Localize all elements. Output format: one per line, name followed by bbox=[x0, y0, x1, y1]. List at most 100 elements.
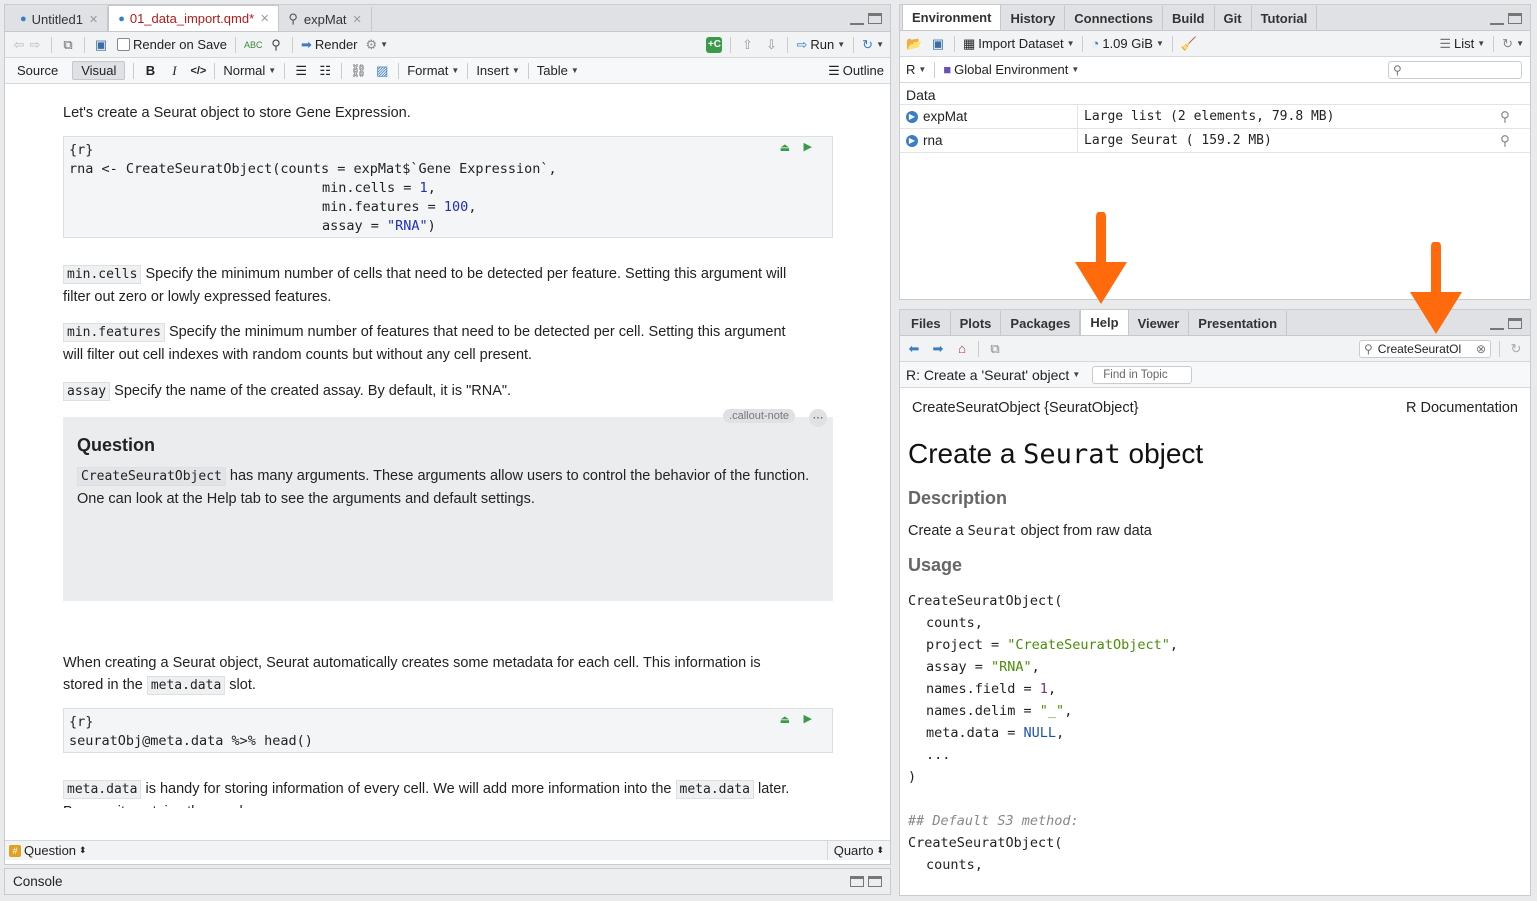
go-down-icon[interactable]: ⇩ bbox=[763, 37, 779, 53]
close-icon[interactable]: ✕ bbox=[353, 13, 362, 26]
source-mode-button[interactable]: Source bbox=[11, 63, 64, 78]
link-icon[interactable]: ⛓ bbox=[350, 63, 367, 79]
code-icon[interactable]: </> bbox=[190, 63, 206, 79]
tab-viewer[interactable]: Viewer bbox=[1129, 311, 1190, 335]
divider bbox=[234, 36, 236, 53]
help-topic-select[interactable]: R: Create a 'Seurat' object ▼ bbox=[906, 367, 1080, 383]
import-dataset-button[interactable]: ▦ Import Dataset ▼ bbox=[963, 36, 1074, 52]
format-menu[interactable]: Format ▼ bbox=[407, 63, 459, 78]
popout-icon[interactable]: ⧉ bbox=[60, 37, 76, 53]
forward-arrow-icon[interactable]: ➡ bbox=[930, 341, 946, 357]
expand-icon[interactable]: ▶ bbox=[906, 110, 918, 123]
tab-files[interactable]: Files bbox=[902, 311, 951, 335]
divider bbox=[1082, 35, 1084, 52]
run-chunk-icon[interactable]: ▶ bbox=[804, 712, 812, 725]
render-button[interactable]: ➡ Render bbox=[301, 37, 358, 53]
tab-plots[interactable]: Plots bbox=[951, 311, 1002, 335]
tab-connections[interactable]: Connections bbox=[1065, 6, 1163, 30]
section-header: Data bbox=[900, 83, 1530, 105]
view-data-icon[interactable]: ⚲ bbox=[1500, 109, 1530, 125]
save-icon[interactable]: ▣ bbox=[93, 37, 109, 53]
tab-untitled1[interactable]: ● Untitled1 ✕ bbox=[11, 7, 109, 31]
console-pane[interactable]: Console bbox=[4, 868, 891, 895]
block-format-select[interactable]: Normal ▼ bbox=[223, 63, 276, 78]
callout-title: Question bbox=[77, 435, 156, 455]
run-button[interactable]: ⇨ Run ▼ bbox=[796, 37, 845, 53]
forward-arrow-icon[interactable]: ⇨ bbox=[27, 37, 43, 53]
minimize-icon[interactable] bbox=[1490, 21, 1504, 25]
callout-more-button[interactable]: ⋯ bbox=[809, 409, 827, 427]
tab-01-data-import[interactable]: ● 01_data_import.qmd* ✕ bbox=[108, 5, 280, 31]
maximize-icon[interactable] bbox=[868, 876, 882, 887]
help-toolbar-2: R: Create a 'Seurat' object ▼ Find in Top… bbox=[900, 362, 1530, 388]
tab-packages[interactable]: Packages bbox=[1001, 311, 1081, 335]
refresh-button[interactable]: ↻ ▼ bbox=[1502, 36, 1524, 52]
save-workspace-icon[interactable]: ▣ bbox=[930, 36, 946, 52]
expand-icon[interactable]: ▶ bbox=[906, 134, 918, 147]
outline-position-select[interactable]: # Question ⬍ bbox=[5, 843, 87, 858]
view-data-icon[interactable]: ⚲ bbox=[1500, 133, 1530, 149]
numbered-list-icon[interactable]: ☷ bbox=[317, 63, 333, 79]
divider bbox=[934, 61, 936, 78]
run-previous-chunks-icon[interactable]: ⏏ bbox=[780, 141, 790, 154]
bold-icon[interactable]: B bbox=[142, 63, 158, 79]
code-chunk-1[interactable]: ⏏ ▶ {r} rna <- CreateSeuratObject(counts… bbox=[63, 136, 833, 238]
italic-icon[interactable]: I bbox=[166, 63, 182, 79]
minimize-icon[interactable] bbox=[1490, 326, 1504, 330]
help-search-input[interactable]: ⚲ CreateSeuratOl ⊗ bbox=[1359, 339, 1491, 358]
view-mode-select[interactable]: ☰ List ▼ bbox=[1439, 36, 1485, 52]
maximize-icon[interactable] bbox=[868, 13, 882, 24]
tab-history[interactable]: History bbox=[1001, 6, 1066, 30]
back-arrow-icon[interactable]: ⇦ bbox=[11, 37, 27, 53]
file-type-select[interactable]: Quarto ⬍ bbox=[826, 841, 890, 860]
maximize-icon[interactable] bbox=[1508, 13, 1522, 24]
language-select[interactable]: R ▼ bbox=[906, 62, 926, 77]
table-menu[interactable]: Table ▼ bbox=[537, 63, 579, 78]
restore-icon[interactable] bbox=[850, 876, 864, 887]
bullet-list-icon[interactable]: ☰ bbox=[293, 63, 309, 79]
memory-usage-button[interactable]: ◔ 1.09 GiB ▼ bbox=[1091, 36, 1163, 51]
callout-note[interactable]: .callout-note ⋯ Question CreateSeuratObj… bbox=[63, 409, 833, 601]
clear-icon[interactable]: ⊗ bbox=[1476, 342, 1486, 356]
env-row-rna[interactable]: ▶ rna Large Seurat ( 159.2 MB) ⚲ bbox=[900, 129, 1530, 153]
render-settings-button[interactable]: ⚙ ▼ bbox=[366, 37, 389, 53]
refresh-icon[interactable]: ↻ bbox=[1508, 341, 1524, 357]
tab-git[interactable]: Git bbox=[1215, 6, 1252, 30]
env-row-expmat[interactable]: ▶ expMat Large list (2 elements, 79.8 MB)… bbox=[900, 105, 1530, 129]
find-in-topic-input[interactable]: Find in Topic bbox=[1092, 365, 1193, 384]
visual-editor[interactable]: Let's create a Seurat object to store Ge… bbox=[5, 85, 890, 808]
back-arrow-icon[interactable]: ⬅ bbox=[906, 341, 922, 357]
spellcheck-icon[interactable]: ABC bbox=[244, 37, 263, 53]
outline-button[interactable]: ☰ Outline bbox=[828, 63, 884, 79]
environment-select[interactable]: ■ Global Environment ▼ bbox=[943, 62, 1079, 77]
publish-button[interactable]: ↻ ▼ bbox=[862, 37, 884, 53]
window-buttons bbox=[1490, 318, 1522, 330]
minimize-icon[interactable] bbox=[850, 21, 864, 25]
tab-expmat[interactable]: ⚲ expMat ✕ bbox=[279, 7, 372, 31]
go-up-icon[interactable]: ⇧ bbox=[739, 37, 755, 53]
close-icon[interactable]: ✕ bbox=[260, 12, 269, 25]
tab-build[interactable]: Build bbox=[1163, 6, 1215, 30]
env-search-input[interactable]: ⚲ bbox=[1388, 60, 1522, 79]
render-on-save-checkbox[interactable]: Render on Save bbox=[117, 37, 227, 52]
image-icon[interactable]: ▨ bbox=[374, 63, 390, 79]
doc-header: CreateSeuratObject {SeuratObject} R Docu… bbox=[912, 400, 1518, 416]
visual-mode-button[interactable]: Visual bbox=[72, 61, 126, 80]
callout-type-tag[interactable]: .callout-note bbox=[723, 409, 795, 423]
run-chunk-icon[interactable]: ▶ bbox=[804, 140, 812, 153]
broom-icon[interactable]: 🧹 bbox=[1181, 36, 1197, 52]
insert-menu[interactable]: Insert ▼ bbox=[476, 63, 519, 78]
close-icon[interactable]: ✕ bbox=[89, 13, 98, 26]
tab-tutorial[interactable]: Tutorial bbox=[1252, 6, 1318, 30]
insert-chunk-icon[interactable]: +C bbox=[706, 36, 723, 53]
tab-help[interactable]: Help bbox=[1080, 310, 1129, 335]
find-icon[interactable]: ⚲ bbox=[268, 37, 284, 53]
home-icon[interactable]: ⌂ bbox=[954, 341, 970, 357]
maximize-icon[interactable] bbox=[1508, 318, 1522, 329]
code-chunk-2[interactable]: ⏏ ▶ {r} seuratObj@meta.data %>% head() bbox=[63, 708, 833, 753]
load-workspace-icon[interactable]: 📂 bbox=[906, 36, 922, 52]
run-previous-chunks-icon[interactable]: ⏏ bbox=[780, 713, 790, 726]
tab-presentation[interactable]: Presentation bbox=[1189, 311, 1288, 335]
tab-environment[interactable]: Environment bbox=[902, 5, 1002, 30]
popout-icon[interactable]: ⧉ bbox=[987, 341, 1003, 357]
